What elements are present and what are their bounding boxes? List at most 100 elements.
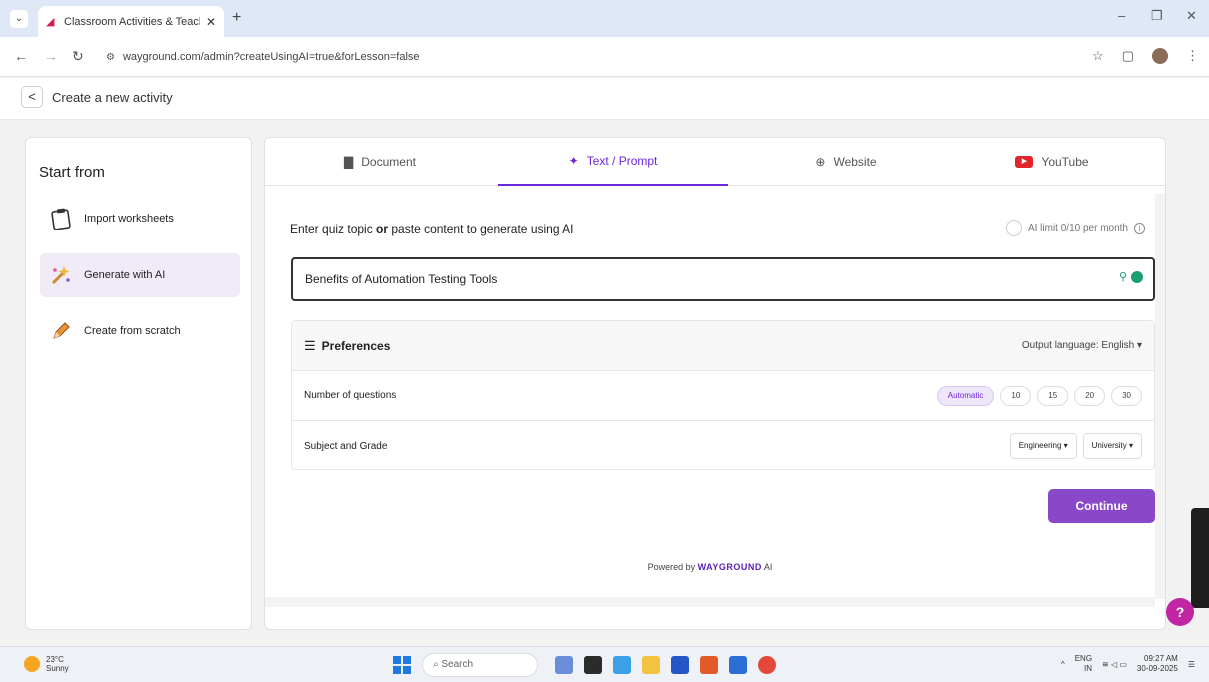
start-from-panel: Start from Import worksheets Generate wi… bbox=[25, 137, 252, 630]
subject-grade-label: Subject and Grade bbox=[304, 440, 388, 452]
subject-grade-row: Subject and Grade Engineering ▾ Universi… bbox=[292, 421, 1154, 471]
weather-condition: Sunny bbox=[46, 664, 69, 673]
tab-label: YouTube bbox=[1041, 155, 1089, 169]
input-language: ENG bbox=[1074, 654, 1093, 663]
sidebar-item-label: Create from scratch bbox=[84, 325, 181, 337]
back-button[interactable]: < bbox=[21, 86, 43, 108]
close-window-icon[interactable]: ✕ bbox=[1186, 8, 1197, 24]
sidebar-item-label: Generate with AI bbox=[84, 269, 166, 281]
document-icon: ▇ bbox=[344, 155, 354, 169]
windows-taskbar: 23°C Sunny ⌕ Search ^ ENG IN ≋ ◁ ▭ 09:27 A… bbox=[0, 646, 1209, 682]
source-tabs: ▇ Document ✦ Text / Prompt ⊕ Website ▶ Y… bbox=[265, 138, 1165, 186]
tab-document[interactable]: ▇ Document bbox=[265, 138, 495, 186]
youtube-icon: ▶ bbox=[1015, 156, 1034, 168]
extensions-icon[interactable]: ▢ bbox=[1122, 48, 1134, 64]
clock-date: 30-09-2025 bbox=[1136, 664, 1178, 673]
browser-tab-bar: ⌄ ◢ Classroom Activities & Teachin ✕ + –… bbox=[0, 0, 1209, 37]
sliders-icon: ☰ bbox=[304, 337, 316, 353]
windows-start-icon[interactable] bbox=[393, 656, 411, 674]
taskbar-app-icon[interactable] bbox=[700, 656, 718, 674]
input-region: IN bbox=[1084, 664, 1093, 673]
prompt-input[interactable] bbox=[291, 257, 1155, 301]
info-icon[interactable]: i bbox=[1134, 222, 1145, 234]
file-explorer-icon[interactable] bbox=[642, 656, 660, 674]
tab-label: Text / Prompt bbox=[586, 154, 658, 168]
help-button[interactable]: ? bbox=[1166, 598, 1194, 626]
num-option-automatic[interactable]: Automatic bbox=[936, 385, 995, 406]
clipboard-icon bbox=[50, 208, 72, 230]
clock-time: 09:27 AM bbox=[1144, 654, 1178, 663]
taskbar-app-icon[interactable] bbox=[584, 656, 602, 674]
ai-limit-text: AI limit 0/10 per month bbox=[1027, 222, 1128, 234]
weather-widget[interactable]: 23°C Sunny bbox=[24, 655, 69, 673]
site-favicon-icon: ◢ bbox=[46, 15, 55, 28]
menu-kebab-icon[interactable]: ⋮ bbox=[1186, 48, 1199, 64]
taskbar-app-icon[interactable] bbox=[671, 656, 689, 674]
tab-website[interactable]: ⊕ Website bbox=[731, 138, 961, 186]
wifi-volume-battery-icon[interactable]: ≋ ◁ ▭ bbox=[1102, 660, 1127, 669]
tab-search-icon[interactable]: ⌄ bbox=[10, 10, 28, 28]
bookmark-star-icon[interactable]: ☆ bbox=[1092, 48, 1104, 64]
location-pin-icon[interactable]: ⚲ bbox=[1119, 271, 1129, 283]
input-extension-icons: ⚲ bbox=[1119, 271, 1143, 283]
sidebar-item-generate-with-ai[interactable]: Generate with AI bbox=[40, 253, 240, 297]
tab-youtube[interactable]: ▶ YouTube bbox=[937, 138, 1165, 186]
horizontal-scrollbar[interactable] bbox=[265, 597, 1155, 607]
globe-icon: ⊕ bbox=[815, 155, 826, 169]
sidebar-item-label: Import worksheets bbox=[84, 213, 174, 225]
outlook-icon[interactable] bbox=[729, 656, 747, 674]
num-questions-label: Number of questions bbox=[304, 390, 397, 401]
continue-button[interactable]: Continue bbox=[1048, 489, 1155, 523]
notification-icon[interactable]: ☰ bbox=[1188, 660, 1195, 669]
pencil-icon bbox=[50, 320, 72, 342]
address-bar: ← → ↻ ⚙ wayground.com/admin?createUsingA… bbox=[0, 37, 1209, 77]
sun-icon bbox=[24, 656, 40, 672]
ai-limit-toggle[interactable] bbox=[1005, 220, 1022, 236]
powered-by: Powered by WAYGROUND AI bbox=[647, 562, 773, 572]
back-nav-icon[interactable]: ← bbox=[14, 48, 28, 64]
generate-panel: ▇ Document ✦ Text / Prompt ⊕ Website ▶ Y… bbox=[264, 137, 1166, 630]
page-header: < Create a new activity bbox=[0, 78, 1209, 120]
profile-avatar[interactable] bbox=[1152, 48, 1168, 64]
num-option-20[interactable]: 20 bbox=[1074, 385, 1106, 406]
tab-text-prompt[interactable]: ✦ Text / Prompt bbox=[498, 138, 728, 186]
prompt-label: Enter quiz topic or paste content to gen… bbox=[290, 222, 574, 236]
reload-icon[interactable]: ↻ bbox=[72, 48, 84, 65]
url-field[interactable]: ⚙ wayground.com/admin?createUsingAI=true… bbox=[98, 44, 1058, 70]
start-from-title: Start from bbox=[39, 164, 105, 181]
chrome-icon[interactable] bbox=[758, 656, 776, 674]
new-tab-icon[interactable]: + bbox=[232, 9, 241, 27]
preferences-title: Preferences bbox=[321, 338, 391, 353]
tab-title: Classroom Activities & Teachin bbox=[64, 15, 200, 28]
tray-chevron-icon[interactable]: ^ bbox=[1061, 660, 1065, 669]
ai-limit: AI limit 0/10 per month i bbox=[1005, 220, 1145, 236]
grade-dropdown[interactable]: University ▾ bbox=[1082, 433, 1142, 459]
num-option-15[interactable]: 15 bbox=[1037, 385, 1069, 406]
sidebar-item-import-worksheets[interactable]: Import worksheets bbox=[40, 197, 240, 241]
subject-dropdown[interactable]: Engineering ▾ bbox=[1009, 433, 1077, 459]
preferences-header: ☰ Preferences Output language: English ▾ bbox=[292, 321, 1154, 371]
sidebar-item-create-from-scratch[interactable]: Create from scratch bbox=[40, 309, 240, 353]
minimize-icon[interactable]: – bbox=[1118, 8, 1125, 23]
url-text: wayground.com/admin?createUsingAI=true&f… bbox=[122, 51, 420, 63]
browser-tab[interactable]: ◢ Classroom Activities & Teachin ✕ bbox=[38, 6, 224, 37]
taskbar-app-icon[interactable] bbox=[613, 656, 631, 674]
page-title: Create a new activity bbox=[52, 90, 173, 105]
sparkle-wand-icon bbox=[50, 264, 72, 286]
output-language-dropdown[interactable]: Output language: English ▾ bbox=[1022, 340, 1142, 351]
forward-nav-icon[interactable]: → bbox=[44, 48, 58, 64]
prompt-section: Enter quiz topic or paste content to gen… bbox=[265, 194, 1155, 599]
preferences-box: ☰ Preferences Output language: English ▾… bbox=[291, 320, 1155, 470]
num-option-30[interactable]: 30 bbox=[1111, 385, 1142, 406]
num-option-10[interactable]: 10 bbox=[1000, 385, 1032, 406]
grammar-assistant-icon[interactable] bbox=[1131, 271, 1143, 283]
temperature: 23°C bbox=[46, 655, 64, 664]
tab-close-icon[interactable]: ✕ bbox=[206, 15, 216, 29]
taskbar-search[interactable]: ⌕ Search bbox=[422, 653, 538, 677]
num-questions-row: Number of questions Automatic 10 15 20 3… bbox=[292, 371, 1154, 421]
vertical-scrollbar[interactable] bbox=[1155, 194, 1165, 599]
restore-icon[interactable]: ❐ bbox=[1151, 8, 1163, 24]
recording-toolbar[interactable] bbox=[1191, 508, 1209, 608]
taskbar-app-icon[interactable] bbox=[555, 656, 573, 674]
site-info-icon[interactable]: ⚙ bbox=[106, 52, 115, 63]
